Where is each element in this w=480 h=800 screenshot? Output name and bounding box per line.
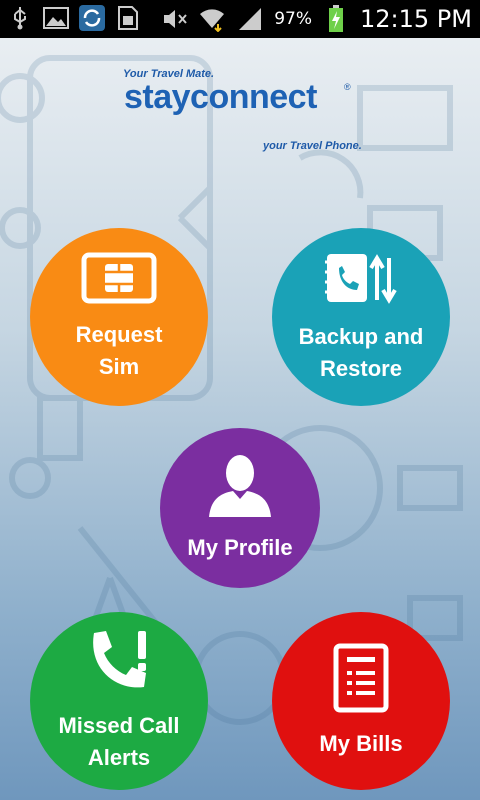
app-background: Your Travel Mate. stayconnect ® your Tra… [0,38,480,800]
request-sim-button[interactable]: Request Sim [30,228,208,406]
missed-call-alerts-button[interactable]: Missed Call Alerts [30,612,208,790]
signal-icon [236,5,264,33]
stayconnect-logo: Your Travel Mate. stayconnect ® your Tra… [118,68,368,158]
logo-tagline-bottom: your Travel Phone. [263,140,362,152]
contacts-sync-icon [323,250,399,311]
backup-label-line1: Backup and [298,323,424,349]
backup-label-line2: Restore [320,355,402,381]
sim-card-icon [81,252,157,309]
clock: 12:15 PM [360,5,472,33]
request-sim-label-line2: Sim [98,353,140,379]
missed-call-label-line2: Alerts [87,744,151,770]
wifi-icon [198,5,226,33]
mute-icon [160,5,188,33]
bill-document-icon [333,643,389,718]
request-sim-label-line1: Request [75,321,163,347]
backup-restore-button[interactable]: Backup and Restore [272,228,450,406]
my-bills-button[interactable]: My Bills [272,612,450,790]
my-profile-button[interactable]: My Profile [160,428,320,588]
battery-charging-icon [322,5,350,33]
phone-alert-icon [84,629,154,700]
sim-icon [114,4,142,32]
usb-icon [6,4,34,32]
status-bar: 97% 12:15 PM [0,0,480,38]
logo-brand: stayconnect [124,78,317,116]
user-silhouette-icon [207,453,273,522]
registered-mark: ® [344,82,351,92]
my-profile-label: My Profile [187,534,293,560]
battery-percent: 97% [274,9,313,29]
sync-icon [78,4,106,32]
missed-call-label-line1: Missed Call [58,712,180,738]
my-bills-label: My Bills [319,730,403,756]
gallery-icon [42,4,70,32]
